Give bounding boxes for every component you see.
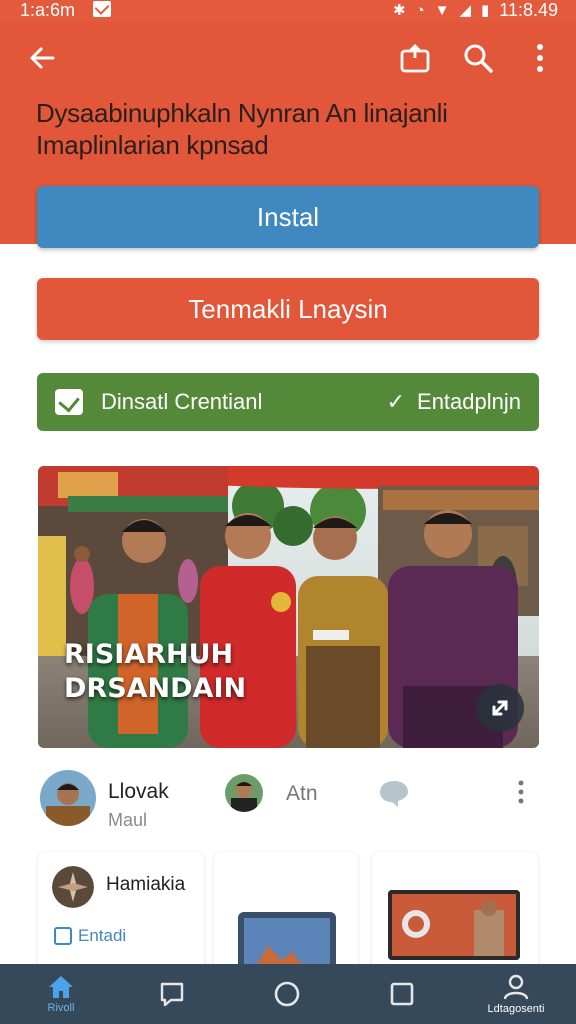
hero-expand-button[interactable] xyxy=(476,684,524,732)
promo-text: Dysaabinuphkaln Nynran An linajanli Imap… xyxy=(0,98,576,194)
square-icon xyxy=(390,982,414,1006)
card-item[interactable] xyxy=(214,852,358,972)
alarm-icon: ◔ xyxy=(415,1,425,19)
nav-profile-label: Ldtagosenti xyxy=(487,1003,545,1015)
confirm-row-action[interactable]: ✓ Entadplnjn xyxy=(387,389,521,415)
tablet-thumbnail xyxy=(238,912,336,972)
secondary-action-button[interactable]: Tenmakli Lnaysin xyxy=(37,278,539,340)
wifi-icon: ▼ xyxy=(434,1,450,19)
profile-icon xyxy=(503,974,529,1000)
open-icon xyxy=(54,927,72,945)
promo-line-1: Dysaabinuphkaln Nynran An linajanli xyxy=(36,98,448,128)
expand-icon xyxy=(492,700,508,716)
nav-circle[interactable] xyxy=(247,964,327,1024)
card-item[interactable] xyxy=(372,852,538,972)
card-item[interactable]: Hamiakia Entadi xyxy=(38,852,204,972)
back-button[interactable] xyxy=(22,38,62,78)
checkbox-icon[interactable] xyxy=(55,389,83,415)
hero-image[interactable]: RISIARHUH DRSANDAIN xyxy=(38,466,539,748)
confirm-row-label: Dinsatl Crentianl xyxy=(101,389,263,414)
status-bar: 1:a:6m ✱ ◔ ▼ ◢ ▮ 11:8.49 xyxy=(0,0,576,22)
hero-caption-line-1: RISIARHUH xyxy=(64,639,234,670)
hero-caption: RISIARHUH DRSANDAIN xyxy=(64,638,246,706)
second-avatar-image xyxy=(225,774,263,812)
second-author-name[interactable]: Atn xyxy=(286,782,318,806)
home-icon xyxy=(49,976,73,998)
comment-button[interactable] xyxy=(378,778,410,813)
nav-square[interactable] xyxy=(362,964,442,1024)
notification-icon xyxy=(93,1,111,17)
promo-line-2: Imaplinlarian kpnsad xyxy=(36,130,269,160)
secondary-button-label: Tenmakli Lnaysin xyxy=(188,293,388,324)
author-more-button[interactable] xyxy=(517,780,525,809)
install-button-label: Instal xyxy=(256,201,320,232)
signal-icon: ◢ xyxy=(459,2,471,19)
laptop-thumbnail xyxy=(388,890,520,960)
share-icon xyxy=(400,44,430,73)
card-title: Hamiakia xyxy=(106,874,186,895)
second-avatar[interactable] xyxy=(225,774,263,812)
chat-bubble-icon xyxy=(380,781,408,807)
top-app-bar xyxy=(0,22,576,94)
card-thumbnail xyxy=(52,866,94,908)
author-avatar-image xyxy=(40,770,96,826)
confirm-row-button[interactable]: Dinsatl Crentianl ✓ Entadplnjn xyxy=(37,373,539,431)
search-button[interactable] xyxy=(458,38,498,78)
author-subtitle: Maul xyxy=(108,810,148,830)
hero-caption-line-2: DRSANDAIN xyxy=(64,673,247,704)
chat-icon xyxy=(160,982,184,1007)
confirm-row-action-label: Entadplnjn xyxy=(417,389,521,414)
install-button[interactable]: Instal xyxy=(37,186,539,248)
status-time: 1:a:6m xyxy=(20,0,76,20)
arrow-left-icon xyxy=(30,47,55,69)
card-link[interactable]: Entadi xyxy=(54,926,126,946)
author-row: Llovak Maul Atn xyxy=(0,760,576,830)
battery-icon: ▮ xyxy=(481,2,490,19)
check-icon: ✓ xyxy=(386,389,406,414)
nav-home-label: Rivoll xyxy=(47,1002,75,1014)
circle-icon xyxy=(274,981,300,1007)
share-button[interactable] xyxy=(395,38,435,78)
nav-profile[interactable]: Ldtagosenti xyxy=(476,964,556,1024)
nav-chat[interactable] xyxy=(132,964,212,1024)
search-icon xyxy=(464,44,493,73)
bluetooth-icon: ✱ xyxy=(392,2,406,19)
more-options-button[interactable] xyxy=(520,38,560,78)
more-vertical-icon xyxy=(537,44,543,72)
card-link-label: Entadi xyxy=(78,926,127,945)
nav-home[interactable]: Rivoll xyxy=(21,964,101,1024)
bottom-nav: Rivoll Ldtagosenti xyxy=(0,964,576,1024)
author-name[interactable]: Llovak xyxy=(108,780,169,804)
system-icons: ✱ ◔ ▼ ◢ ▮ 11:8.49 xyxy=(393,0,558,20)
status-clock: 11:8.49 xyxy=(499,0,558,20)
card-carousel: Hamiakia Entadi xyxy=(0,852,576,972)
avatar[interactable] xyxy=(40,770,96,826)
more-vertical-icon xyxy=(518,780,524,804)
